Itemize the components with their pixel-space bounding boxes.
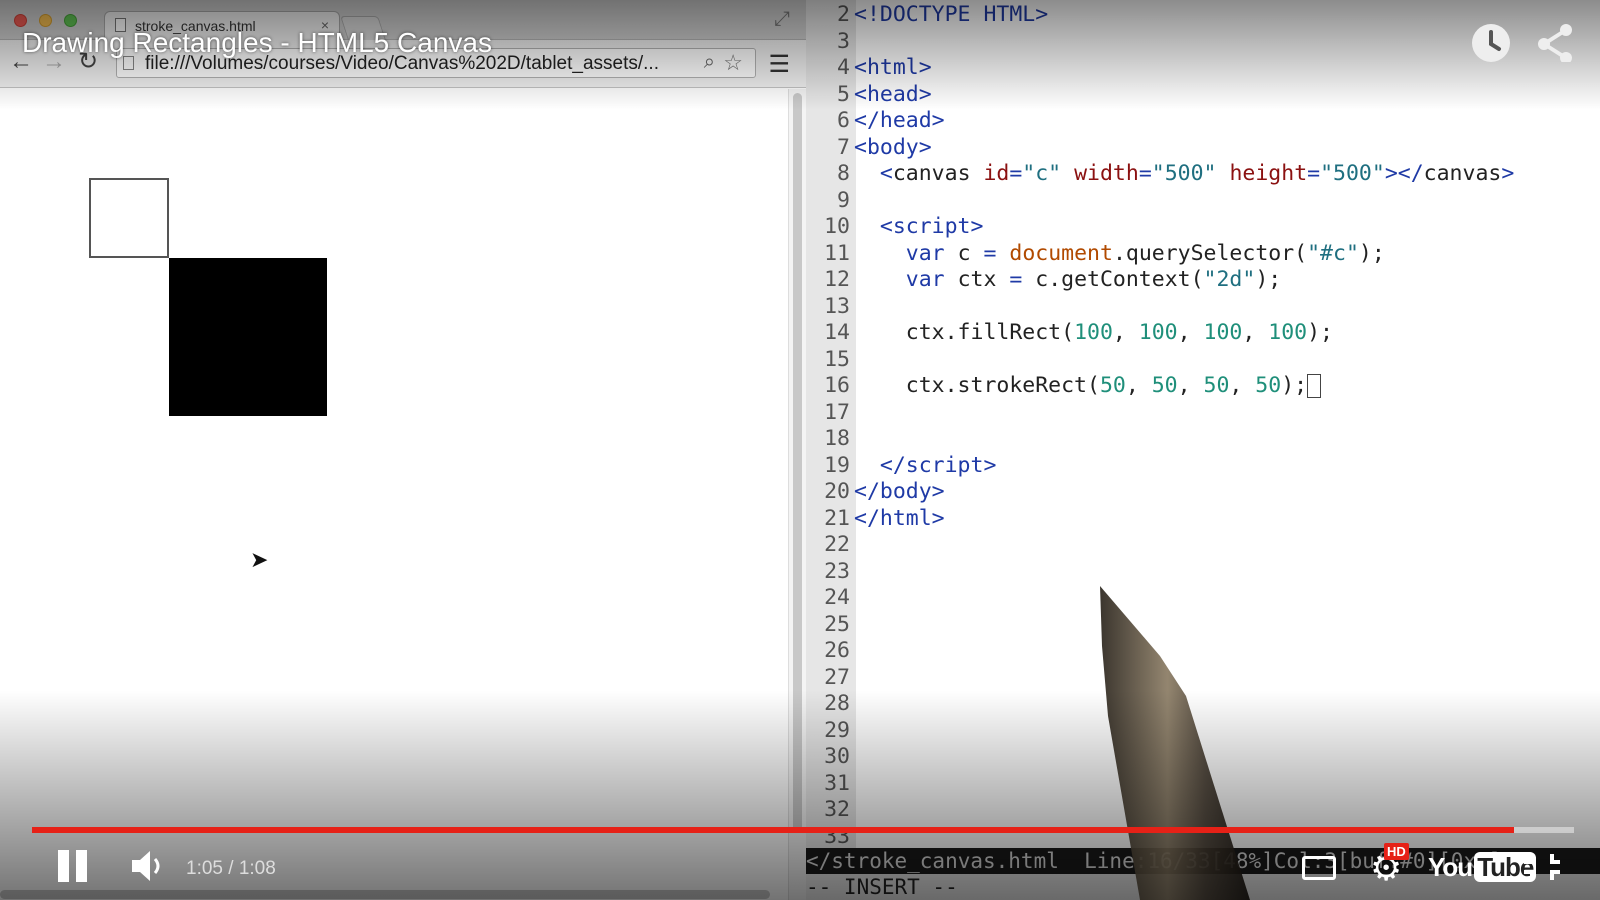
fullscreen-icon[interactable]	[1522, 852, 1562, 882]
line-number: 7	[837, 134, 850, 160]
text-cursor	[1307, 374, 1322, 398]
code-line[interactable]: 14 ctx.fillRect(100, 100, 100, 100);	[806, 320, 1600, 347]
code-line[interactable]: 9	[806, 188, 1600, 215]
code-line[interactable]: 10 <script>	[806, 214, 1600, 241]
code-text[interactable]: ctx.fillRect(100, 100, 100, 100);	[854, 320, 1333, 347]
line-number: 28	[824, 691, 850, 716]
code-text[interactable]: <canvas id="c" width="500" height="500">…	[854, 161, 1514, 188]
code-line[interactable]: 18	[806, 426, 1600, 453]
time-display: 1:05 / 1:08	[186, 858, 276, 879]
code-text[interactable]: <script>	[854, 214, 984, 241]
line-number: 3	[837, 28, 850, 54]
code-text[interactable]: ctx.strokeRect(50, 50, 50, 50);	[854, 373, 1322, 400]
code-text[interactable]: </head>	[854, 108, 945, 135]
browser-window: stroke_canvas.html × ⤢ ← → ↻ file:///Vol…	[0, 0, 806, 900]
line-number: 10	[824, 214, 850, 239]
scrollbar-thumb[interactable]	[793, 93, 802, 833]
code-text[interactable]: </html>	[854, 506, 945, 533]
filled-rectangle	[169, 258, 327, 416]
code-line[interactable]: 15	[806, 347, 1600, 374]
progress-bar[interactable]	[32, 827, 1574, 833]
volume-icon[interactable]	[130, 849, 166, 883]
page-viewport: ➤	[0, 89, 788, 900]
captions-icon[interactable]	[1302, 856, 1336, 880]
line-number: 5	[837, 81, 850, 107]
mouse-pointer-icon: ➤	[250, 547, 269, 572]
line-number: 14	[824, 320, 850, 345]
progress-bar-played	[32, 827, 1514, 833]
clock-icon[interactable]	[1472, 24, 1510, 62]
youtube-logo[interactable]: You Tube	[1428, 852, 1537, 883]
code-line[interactable]: 19 </script>	[806, 453, 1600, 480]
code-text[interactable]: <head>	[854, 82, 932, 109]
code-line[interactable]: 17	[806, 400, 1600, 427]
code-text[interactable]: <!DOCTYPE HTML>	[854, 2, 1048, 29]
code-line[interactable]: 16 ctx.strokeRect(50, 50, 50, 50);	[806, 373, 1600, 400]
code-line[interactable]: 7 <body>	[806, 135, 1600, 162]
line-number: 21	[824, 505, 850, 531]
code-line[interactable]: 13	[806, 294, 1600, 321]
window-maximize-button[interactable]	[64, 14, 77, 27]
line-number: 27	[824, 664, 850, 690]
video-title[interactable]: Drawing Rectangles - HTML5 Canvas	[22, 27, 492, 59]
code-text[interactable]: </script>	[854, 453, 997, 480]
code-text[interactable]: </body>	[854, 479, 945, 506]
window-close-button[interactable]	[14, 14, 27, 27]
stroked-rectangle	[89, 178, 169, 258]
code-line[interactable]: 12 var ctx = c.getContext("2d");	[806, 267, 1600, 294]
line-number: 32	[824, 797, 850, 822]
code-text[interactable]: var ctx = c.getContext("2d");	[854, 267, 1281, 294]
code-line[interactable]: 23	[806, 559, 1600, 586]
line-number: 13	[824, 293, 850, 319]
line-number: 22	[824, 532, 850, 557]
code-text[interactable]: <html>	[854, 55, 932, 82]
line-number: 12	[824, 267, 850, 292]
line-number: 20	[824, 479, 850, 504]
line-number: 31	[824, 770, 850, 796]
line-number: 4	[837, 55, 850, 80]
line-number: 19	[824, 452, 850, 478]
line-number: 26	[824, 638, 850, 663]
code-line[interactable]: 11 var c = document.querySelector("#c");	[806, 241, 1600, 268]
code-text[interactable]: var c = document.querySelector("#c");	[854, 241, 1385, 268]
window-minimize-button[interactable]	[39, 14, 52, 27]
vertical-scrollbar[interactable]	[788, 89, 806, 900]
hd-badge: HD	[1384, 843, 1409, 860]
line-number: 23	[824, 558, 850, 584]
logo-you: You	[1428, 852, 1473, 882]
pause-icon-bar-right	[76, 850, 87, 882]
code-line[interactable]: 5 <head>	[806, 82, 1600, 109]
line-number: 30	[824, 744, 850, 769]
line-number: 8	[837, 161, 850, 186]
star-icon[interactable]: ☆	[723, 50, 743, 76]
line-number: 25	[824, 611, 850, 637]
line-number: 17	[824, 399, 850, 425]
code-line[interactable]: 6 </head>	[806, 108, 1600, 135]
code-line[interactable]: 20 </body>	[806, 479, 1600, 506]
stylus-pen-image	[1100, 586, 1250, 900]
pause-button[interactable]	[58, 850, 88, 882]
zoom-icon[interactable]: ⌕	[704, 51, 715, 74]
code-line[interactable]: 8 <canvas id="c" width="500" height="500…	[806, 161, 1600, 188]
line-number: 6	[837, 108, 850, 133]
line-number: 9	[837, 187, 850, 213]
line-number: 2	[837, 2, 850, 27]
menu-icon[interactable]: ☰	[768, 50, 790, 79]
horizontal-scrollbar[interactable]	[0, 890, 770, 899]
pause-icon-bar-left	[58, 850, 69, 882]
code-line[interactable]: 22	[806, 532, 1600, 559]
line-number: 24	[824, 585, 850, 610]
expand-icon[interactable]: ⤢	[774, 8, 790, 31]
line-number: 11	[824, 240, 850, 266]
line-number: 16	[824, 373, 850, 398]
line-number: 29	[824, 717, 850, 743]
share-icon[interactable]	[1536, 22, 1576, 62]
line-number: 18	[824, 426, 850, 451]
line-number: 15	[824, 346, 850, 372]
code-line[interactable]: 21 </html>	[806, 506, 1600, 533]
code-text[interactable]: <body>	[854, 135, 932, 162]
